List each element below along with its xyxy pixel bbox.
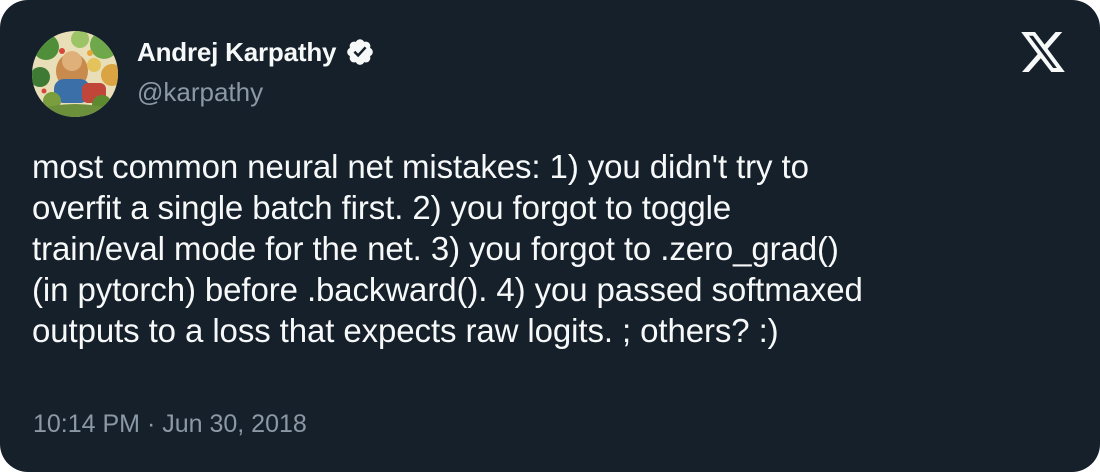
author-handle[interactable]: @karpathy — [137, 77, 263, 108]
x-logo-icon[interactable] — [1021, 32, 1065, 72]
avatar-illustration-icon — [32, 31, 118, 117]
author-name-row: Andrej Karpathy — [137, 34, 375, 70]
author-display-name[interactable]: Andrej Karpathy — [137, 37, 336, 68]
tweet-card: Andrej Karpathy @karpathy most common ne… — [0, 0, 1100, 472]
avatar[interactable] — [32, 31, 118, 117]
verified-badge-icon — [347, 39, 374, 65]
tweet-text: most common neural net mistakes: 1) you … — [32, 148, 863, 349]
tweet-timestamp[interactable]: 10:14 PM · Jun 30, 2018 — [33, 410, 307, 439]
